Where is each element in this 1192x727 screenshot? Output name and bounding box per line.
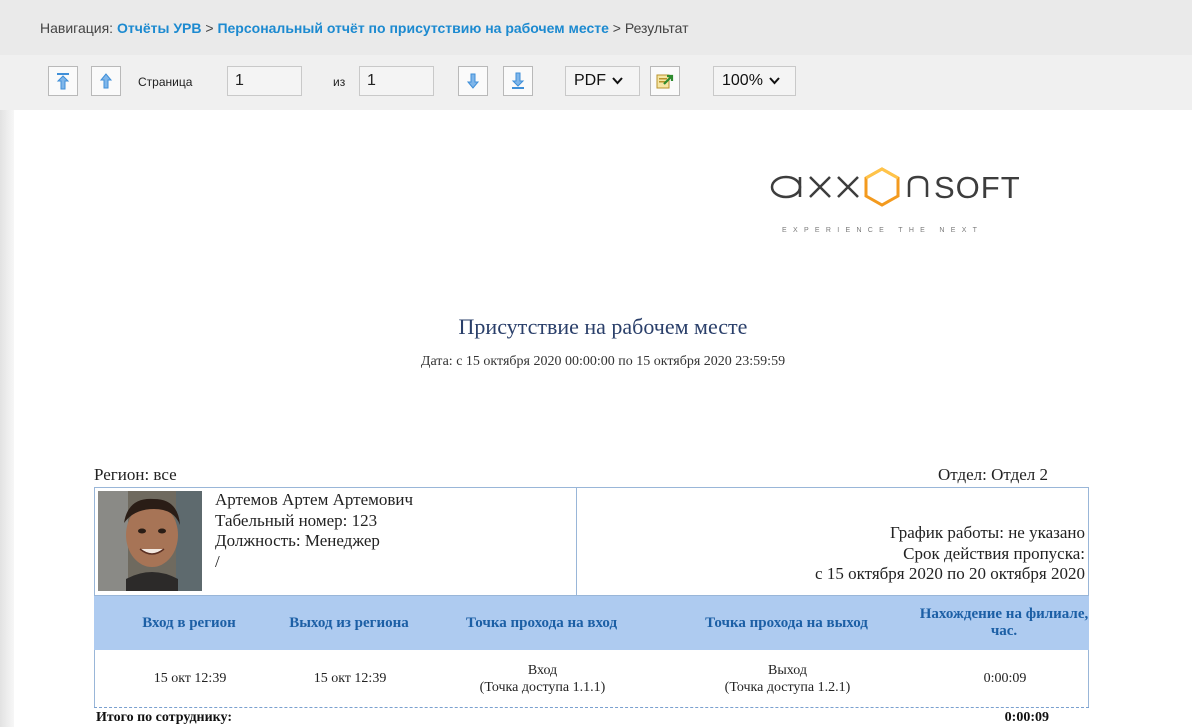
last-page-button[interactable] — [503, 66, 533, 96]
table-header: Вход в регион Выход из региона Точка про… — [94, 596, 1089, 650]
last-page-icon — [511, 72, 525, 89]
pass-validity-label: Срок действия пропуска: — [903, 543, 1085, 563]
export-format-select[interactable]: PDF — [565, 66, 640, 96]
breadcrumb-link-reports[interactable]: Отчёты УРВ — [117, 20, 202, 36]
report-page: SOFT EXPERIENCE THE NEXT Присутствие на … — [14, 110, 1192, 727]
breadcrumb-link-personal-report[interactable]: Персональный отчёт по присутствию на раб… — [217, 20, 608, 36]
employee-info: Артемов Артем Артемович Табельный номер:… — [215, 490, 413, 572]
first-page-icon — [56, 73, 70, 90]
prev-page-icon — [99, 73, 113, 89]
first-page-button[interactable] — [48, 66, 78, 96]
breadcrumb-separator: > — [205, 20, 214, 36]
cell-exit: 15 окт 12:39 — [313, 671, 387, 686]
employee-card: Артемов Артем Артемович Табельный номер:… — [94, 487, 1089, 596]
work-schedule: График работы: не указано — [889, 523, 1085, 542]
svg-text:SOFT: SOFT — [934, 170, 1021, 205]
total-row: Итого по сотруднику: 0:00:09 — [94, 707, 1089, 727]
export-format-value: PDF — [574, 72, 606, 89]
chevron-down-icon — [612, 77, 623, 85]
total-value: 0:00:09 — [1004, 710, 1049, 725]
cell-in-point-name: Вход — [527, 662, 558, 678]
chevron-down-icon — [769, 77, 780, 85]
total-label: Итого по сотруднику: — [96, 710, 233, 725]
column-header-in-point: Точка прохода на вход — [465, 614, 618, 631]
pass-validity-period: с 15 октября 2020 по 20 октября 2020 — [815, 564, 1085, 583]
of-label: из — [333, 75, 346, 89]
column-header-duration: Нахождение на филиале, час. — [919, 606, 1089, 639]
cell-in-point: Вход (Точка доступа 1.1.1) — [420, 650, 665, 707]
region-label: Регион: все — [94, 465, 177, 484]
report-toolbar: Страница 1 из 1 PDF 100% — [0, 55, 1192, 110]
next-page-icon — [466, 73, 480, 89]
column-header-out-point: Точка прохода на выход — [705, 614, 868, 631]
page-number-input[interactable]: 1 — [227, 66, 302, 96]
viewer-left-edge — [0, 110, 14, 727]
cell-in-point-detail: (Точка доступа 1.1.1) — [479, 679, 606, 695]
employee-card-divider — [576, 488, 577, 595]
total-pages-field: 1 — [359, 66, 434, 96]
cell-entry: 15 окт 12:39 — [153, 671, 227, 686]
department-label: Отдел: Отдел 2 — [938, 465, 1049, 484]
table-row: 15 окт 12:39 15 окт 12:39 Вход (Точка до… — [94, 650, 1089, 707]
svg-text:EXPERIENCE THE NEXT: EXPERIENCE THE NEXT — [782, 227, 983, 234]
next-page-button[interactable] — [458, 66, 488, 96]
report-title: Присутствие на рабочем месте — [458, 314, 748, 339]
navigation-bar: Навигация: Отчёты УРВ > Персональный отч… — [0, 0, 1192, 55]
column-header-entry: Вход в регион — [142, 614, 236, 631]
page-label: Страница — [138, 75, 193, 89]
zoom-select[interactable]: 100% — [713, 66, 796, 96]
employee-position: Должность: Менеджер — [215, 531, 380, 550]
employee-name: Артемов Артем Артемович — [215, 490, 414, 509]
employee-number: Табельный номер: 123 — [215, 510, 378, 530]
cell-duration: 0:00:09 — [983, 671, 1027, 686]
cell-out-point-name: Выход — [768, 662, 807, 678]
export-button[interactable] — [650, 66, 680, 96]
export-icon — [656, 74, 674, 89]
cell-out-point-detail: (Точка доступа 1.2.1) — [724, 679, 851, 695]
previous-page-button[interactable] — [91, 66, 121, 96]
zoom-value: 100% — [722, 72, 763, 89]
report-date-range: Дата: с 15 октября 2020 00:00:00 по 15 о… — [420, 354, 786, 369]
employee-photo — [98, 491, 202, 591]
breadcrumb: Навигация: Отчёты УРВ > Персональный отч… — [40, 20, 689, 36]
column-header-exit: Выход из региона — [289, 614, 409, 631]
breadcrumb-prefix: Навигация: — [40, 20, 114, 36]
company-logo: SOFT EXPERIENCE THE NEXT — [766, 150, 1096, 235]
employee-schedule-info: График работы: не указано Срок действия … — [815, 523, 1085, 585]
breadcrumb-separator: > — [612, 20, 621, 36]
employee-extra: / — [215, 551, 220, 571]
breadcrumb-current: Результат — [624, 20, 689, 36]
cell-out-point: Выход (Точка доступа 1.2.1) — [665, 650, 910, 707]
